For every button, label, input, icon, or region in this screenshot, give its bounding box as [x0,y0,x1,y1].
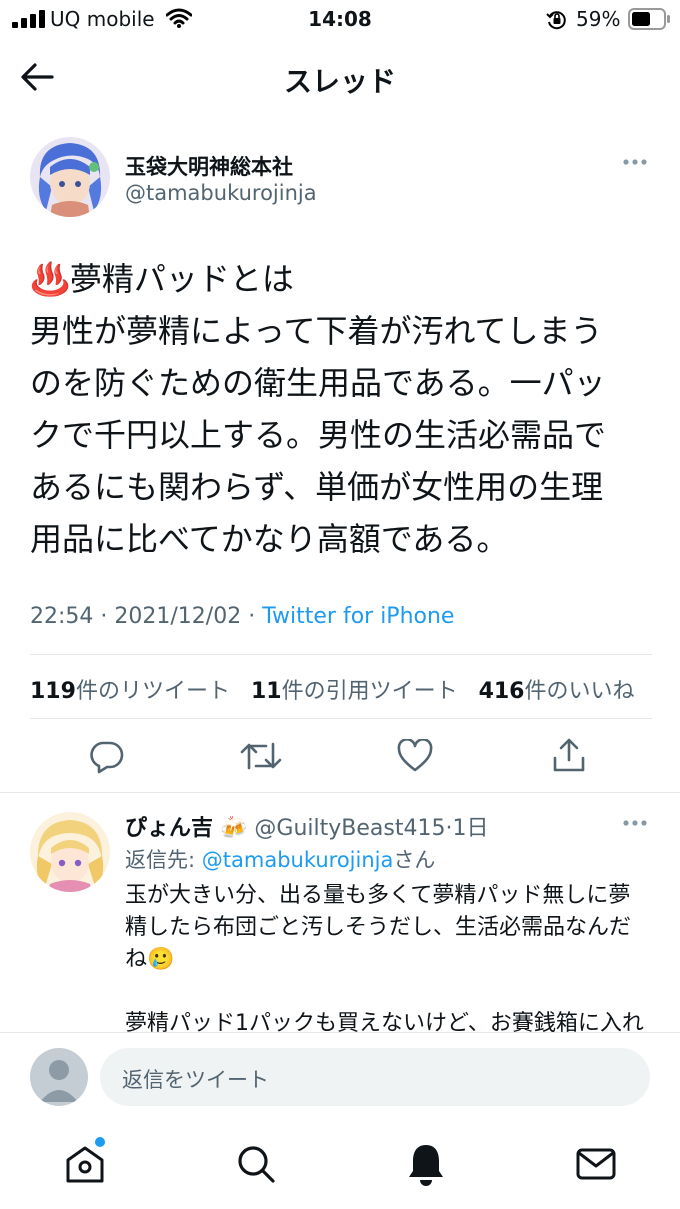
retweets-count: 119 [30,679,76,704]
home-notification-dot [93,1135,107,1149]
tweet-date: 2021/12/02 [114,604,242,629]
reply-author-avatar[interactable] [30,812,110,892]
notifications-icon[interactable] [406,1142,446,1186]
home-icon[interactable] [64,1144,106,1184]
retweets-label: 件のリツイート [75,679,230,704]
reply-text-line: 玉が大きい分、出る量も多くて夢精パッド無しに夢 [125,883,631,908]
tweet-text-line: 用品に比べてかなり高額である。 [30,520,509,558]
reply-to-line: 返信先: @tamabukurojinjaさん [125,844,435,874]
tweet-text-line: ♨️夢精パッドとは [30,260,294,298]
messages-icon[interactable] [576,1148,616,1180]
current-user-avatar[interactable] [30,1048,88,1106]
search-icon[interactable] [236,1144,276,1184]
reply-to-handle[interactable]: @tamabukurojinja [202,848,394,872]
reply-icon[interactable] [88,738,124,774]
tweet-text-line: のを防ぐための衛生用品である。一パッ [30,364,606,402]
tweet-text-line: あるにも関わらず、単価が女性用の生理 [30,468,604,506]
tweet-text-line: クで千円以上する。男性の生活必需品で [30,416,607,454]
reply-to-prefix: 返信先: [125,848,202,872]
tweet-meta: 22:54 · 2021/12/02 · Twitter for iPhone [30,604,455,629]
divider [0,1032,680,1033]
tweet-text-line: 男性が夢精によって下着が汚れてしまう [30,312,603,350]
quotes-label: 件の引用ツイート [281,679,458,704]
reply-text-line [125,976,650,1008]
reply-text-line: ね🥲 [125,947,175,972]
reply-author-emoji: 🍻 [220,816,248,841]
quotes-count: 11 [250,679,282,704]
more-options-icon[interactable] [622,158,648,166]
reply-text-line: 精したら布団ごと汚しそうだし、生活必需品なんだ [125,915,632,940]
battery-percent: 59% [576,7,621,31]
tweet-time: 22:54 [30,604,94,629]
like-icon[interactable] [397,739,433,773]
tweet-text: ♨️夢精パッドとは 男性が夢精によって下着が汚れてしまう のを防ぐための衛生用品… [30,253,655,565]
tweet-source-link[interactable]: Twitter for iPhone [262,604,454,629]
retweet-icon[interactable] [240,738,282,774]
author-name[interactable]: 玉袋大明神総本社 [125,151,293,181]
reply-text: 玉が大きい分、出る量も多くて夢精パッド無しに夢 精したら布団ごと汚しそうだし、生… [125,880,650,1040]
reply-to-suffix: さん [393,848,436,872]
divider [30,718,652,719]
quotes-stat[interactable]: 11件の引用ツイート [251,679,458,704]
battery-icon [628,8,672,30]
likes-count: 416 [478,679,525,704]
tweet-stats: 119件のリツイート 11件の引用ツイート 416件のいいね [30,673,635,705]
reply-author-handle[interactable]: @GuiltyBeast415 [254,816,445,841]
likes-label: 件のいいね [524,679,635,704]
reply-header: ぴょん吉 🍻 @GuiltyBeast415·1日 [125,816,489,841]
reply-author-name[interactable]: ぴょん吉 [125,816,213,841]
orientation-lock-icon [546,9,568,31]
author-avatar[interactable] [30,137,110,217]
author-handle[interactable]: @tamabukurojinja [125,181,317,205]
retweets-stat[interactable]: 119件のリツイート [30,679,230,704]
reply-composer-placeholder: 返信をツイート [122,1068,269,1092]
reply-time[interactable]: 1日 [452,816,488,841]
likes-stat[interactable]: 416件のいいね [479,679,635,704]
page-title: スレッド [283,65,396,98]
status-bar: UQ mobile 14:08 59% [0,0,680,40]
reply-more-options-icon[interactable] [622,819,648,827]
divider [30,654,652,655]
divider [0,792,680,793]
share-icon[interactable] [551,736,587,774]
